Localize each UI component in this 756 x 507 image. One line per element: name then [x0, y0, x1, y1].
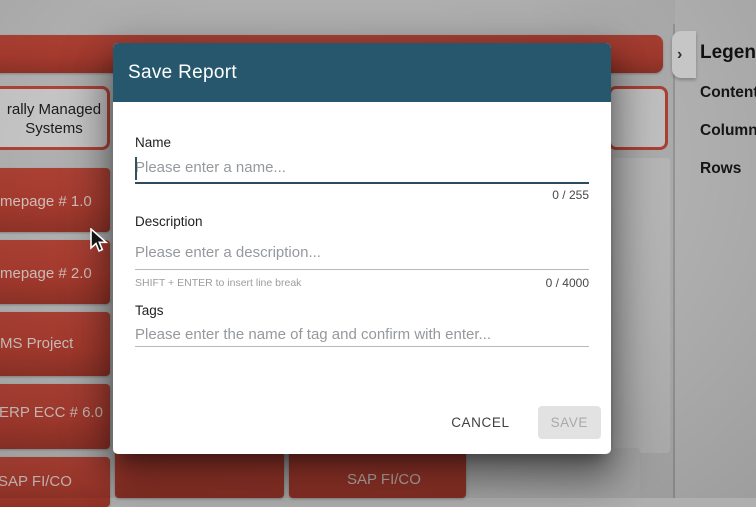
- save-report-dialog: Save Report Name 0 / 255 Description SHI…: [113, 43, 611, 454]
- tile-erp-ecc-6-0[interactable]: ERP ECC # 6.0: [0, 384, 110, 449]
- panel-item-content: Content: [700, 84, 756, 102]
- tags-label: Tags: [135, 303, 164, 318]
- tags-input[interactable]: [135, 323, 589, 347]
- tile-label: mepage # 2.0: [0, 265, 92, 282]
- panel-collapse-tab[interactable]: ›: [672, 31, 696, 78]
- cancel-button[interactable]: CANCEL: [437, 406, 523, 439]
- tile-ms-project[interactable]: MS Project: [0, 312, 110, 376]
- chevron-right-icon: ›: [677, 47, 682, 63]
- tile-sap-fico-left[interactable]: SAP FI/CO: [0, 457, 110, 507]
- name-counter: 0 / 255: [552, 188, 589, 202]
- tile-sap-fico-bottom[interactable]: SAP FI/CO: [289, 448, 466, 498]
- save-button[interactable]: SAVE: [538, 406, 601, 439]
- tile-label: SAP FI/CO: [347, 471, 421, 488]
- tile-label: mepage # 1.0: [0, 193, 92, 210]
- tile-bottom-gray: [470, 448, 640, 498]
- legend-title: Legend: [700, 42, 756, 64]
- dialog-title: Save Report: [113, 62, 237, 84]
- dialog-header: Save Report: [113, 43, 611, 102]
- name-label: Name: [135, 135, 171, 150]
- text-caret: [135, 157, 137, 180]
- panel-divider: [673, 24, 675, 498]
- panel-item-rows: Rows: [700, 160, 741, 178]
- tile-bottom-blank[interactable]: [115, 448, 284, 498]
- description-counter: 0 / 4000: [546, 276, 589, 290]
- name-input[interactable]: [135, 153, 589, 184]
- description-label: Description: [135, 214, 203, 229]
- dialog-actions: CANCEL SAVE: [437, 406, 601, 439]
- tile-label: rally Managed: [0, 101, 109, 120]
- tile-label: Systems: [0, 120, 109, 139]
- tile-gray-right: [613, 158, 670, 453]
- tile-label: ERP ECC # 6.0: [0, 404, 103, 421]
- panel-item-columns: Columns: [700, 122, 756, 140]
- description-input[interactable]: [135, 236, 589, 270]
- mouse-cursor-icon: [90, 228, 112, 259]
- tile-label: SAP FI/CO: [0, 473, 72, 490]
- description-hint: SHIFT + ENTER to insert line break: [135, 277, 301, 289]
- tile-centrally-managed-systems[interactable]: rally Managed Systems: [0, 86, 110, 150]
- tile-homepage-1-0[interactable]: mepage # 1.0: [0, 168, 110, 232]
- tile-outlined-right[interactable]: [608, 86, 668, 150]
- tile-label: MS Project: [0, 335, 73, 352]
